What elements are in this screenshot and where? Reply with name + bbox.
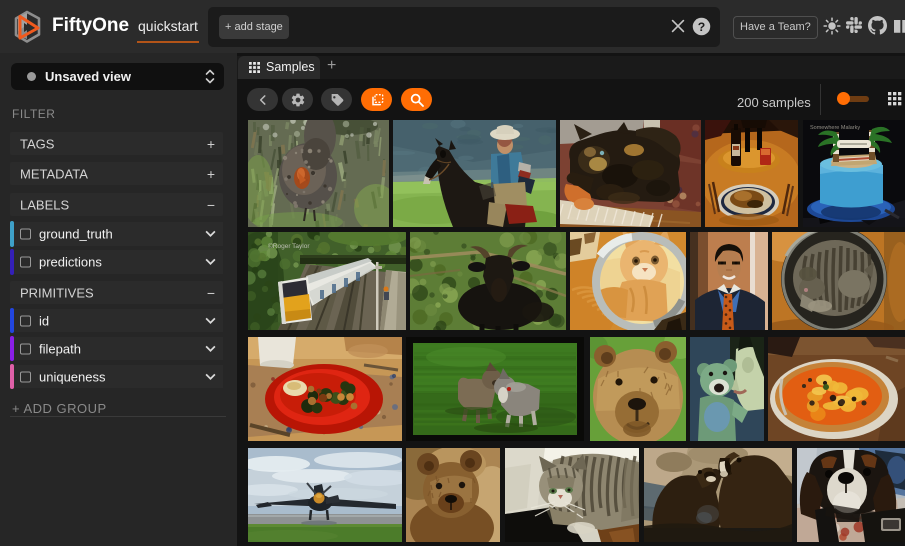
svg-text:Somewhere Malarky: Somewhere Malarky [810,125,860,131]
svg-text:?: ? [698,20,705,34]
svg-text:©Roger Taylor: ©Roger Taylor [268,242,310,250]
